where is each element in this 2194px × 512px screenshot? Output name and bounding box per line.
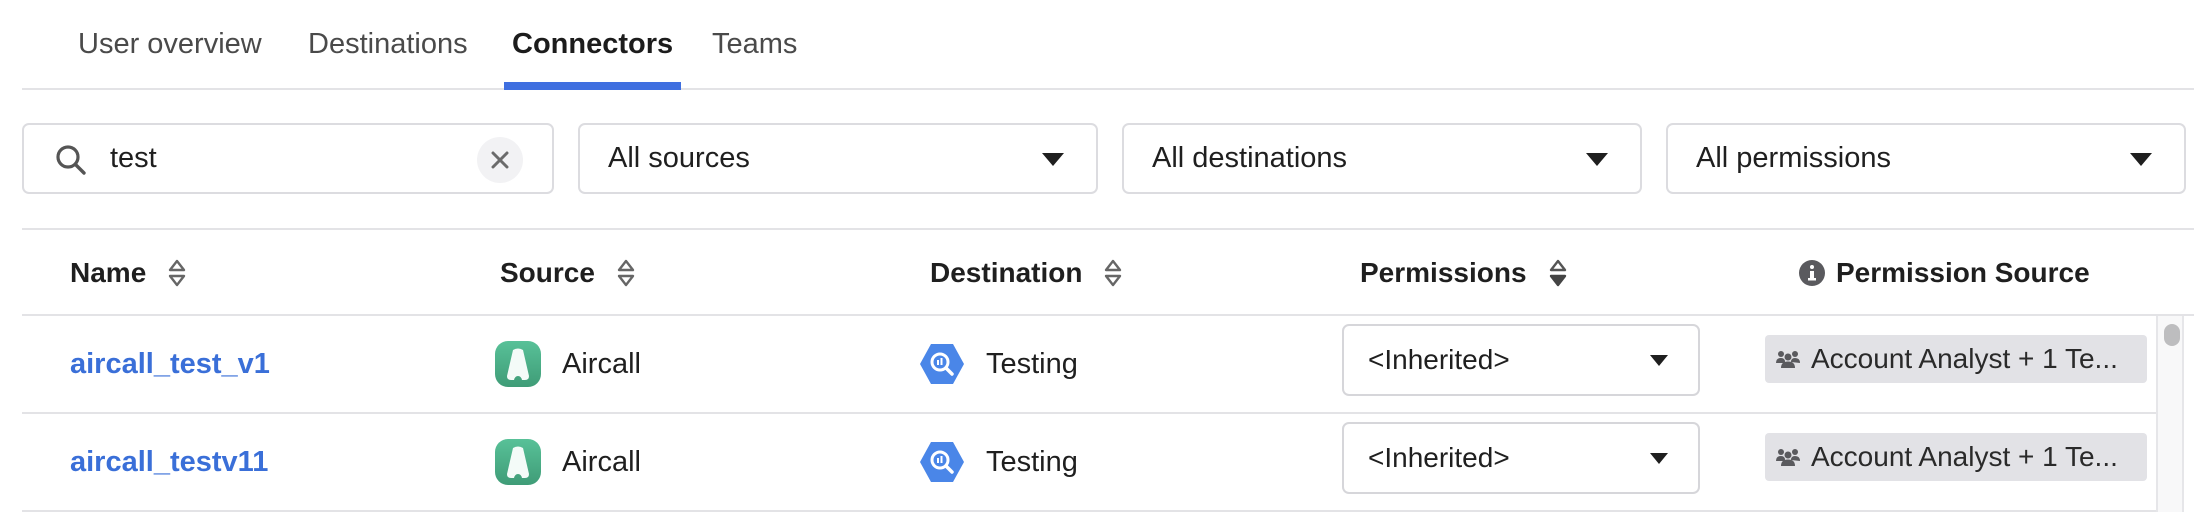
permission-source-chip[interactable]: Account Analyst + 1 Te... xyxy=(1765,433,2147,481)
connector-name-link[interactable]: aircall_testv11 xyxy=(70,414,268,510)
column-label: Permission Source xyxy=(1836,257,2090,288)
sort-icon[interactable] xyxy=(166,258,188,288)
column-label: Name xyxy=(70,257,147,288)
tab-active-indicator xyxy=(504,82,682,90)
source-label: Aircall xyxy=(562,445,641,478)
caret-down-icon xyxy=(1042,153,1064,166)
sources-filter-value: All sources xyxy=(608,142,750,174)
column-header-permission-source: Permission Source xyxy=(1798,230,2090,316)
clear-search-button[interactable] xyxy=(477,137,523,183)
column-label: Destination xyxy=(930,257,1083,288)
aircall-logo-icon xyxy=(495,341,541,387)
connectors-table: Name Source Destination Permissions Perm… xyxy=(22,228,2194,512)
source-cell: Aircall xyxy=(494,414,641,510)
info-icon[interactable] xyxy=(1798,259,1826,287)
sort-icon[interactable] xyxy=(615,258,637,288)
destinations-filter-dropdown[interactable]: All destinations xyxy=(1122,123,1642,194)
team-icon xyxy=(1776,351,1800,368)
caret-down-icon xyxy=(1586,153,1608,166)
permission-value: <Inherited> xyxy=(1368,442,1510,473)
permission-source-label: Account Analyst + 1 Te... xyxy=(1811,441,2118,472)
source-cell: Aircall xyxy=(494,316,641,412)
aircall-logo-icon xyxy=(495,439,541,485)
destination-cell: Testing xyxy=(918,316,1078,412)
search-value[interactable]: test xyxy=(110,125,157,192)
table-header: Name Source Destination Permissions Perm… xyxy=(22,228,2194,316)
team-icon xyxy=(1776,449,1800,466)
destinations-filter-value: All destinations xyxy=(1152,142,1348,174)
permissions-filter-value: All permissions xyxy=(1696,142,1891,174)
table-scrollbar[interactable] xyxy=(2156,316,2184,512)
tab-connectors[interactable]: Connectors xyxy=(504,22,682,90)
permission-source-chip[interactable]: Account Analyst + 1 Te... xyxy=(1765,335,2147,383)
sort-descending-icon[interactable] xyxy=(1547,258,1569,288)
column-header-permissions[interactable]: Permissions xyxy=(1360,230,1569,316)
close-icon xyxy=(491,151,509,169)
column-header-name[interactable]: Name xyxy=(70,230,188,316)
caret-down-icon xyxy=(1650,453,1668,464)
tab-teams[interactable]: Teams xyxy=(712,22,797,88)
tab-destinations[interactable]: Destinations xyxy=(308,22,468,88)
permission-value: <Inherited> xyxy=(1368,344,1510,375)
column-label: Source xyxy=(500,257,595,288)
tab-label: User overview xyxy=(78,28,262,60)
tab-label: Connectors xyxy=(512,28,674,60)
caret-down-icon xyxy=(2130,153,2152,166)
destination-label: Testing xyxy=(986,347,1078,380)
destination-label: Testing xyxy=(986,445,1078,478)
caret-down-icon xyxy=(1650,355,1668,366)
search-icon xyxy=(56,145,86,175)
connector-name-link[interactable]: aircall_test_v1 xyxy=(70,316,270,412)
bigquery-logo-icon xyxy=(920,344,964,384)
destination-cell: Testing xyxy=(918,414,1078,510)
permission-dropdown[interactable]: <Inherited> xyxy=(1342,324,1700,396)
bigquery-logo-icon xyxy=(920,442,964,482)
search-input[interactable]: test xyxy=(22,123,554,194)
column-header-source[interactable]: Source xyxy=(500,230,637,316)
table-row: aircall_test_v1 Aircall Testing <Inherit… xyxy=(22,316,2156,414)
sources-filter-dropdown[interactable]: All sources xyxy=(578,123,1098,194)
permission-source-label: Account Analyst + 1 Te... xyxy=(1811,343,2118,374)
permissions-filter-dropdown[interactable]: All permissions xyxy=(1666,123,2186,194)
column-label: Permissions xyxy=(1360,257,1527,288)
scrollbar-thumb[interactable] xyxy=(2164,324,2180,346)
table-row: aircall_testv11 Aircall Testing <Inherit… xyxy=(22,414,2156,512)
sort-icon[interactable] xyxy=(1102,258,1124,288)
permission-dropdown[interactable]: <Inherited> xyxy=(1342,422,1700,494)
source-label: Aircall xyxy=(562,347,641,380)
tab-bar: User overview Destinations Connectors Te… xyxy=(22,0,2194,90)
tab-label: Teams xyxy=(712,28,798,60)
tab-label: Destinations xyxy=(308,28,468,60)
column-header-destination[interactable]: Destination xyxy=(930,230,1124,316)
tab-user-overview[interactable]: User overview xyxy=(78,22,262,88)
